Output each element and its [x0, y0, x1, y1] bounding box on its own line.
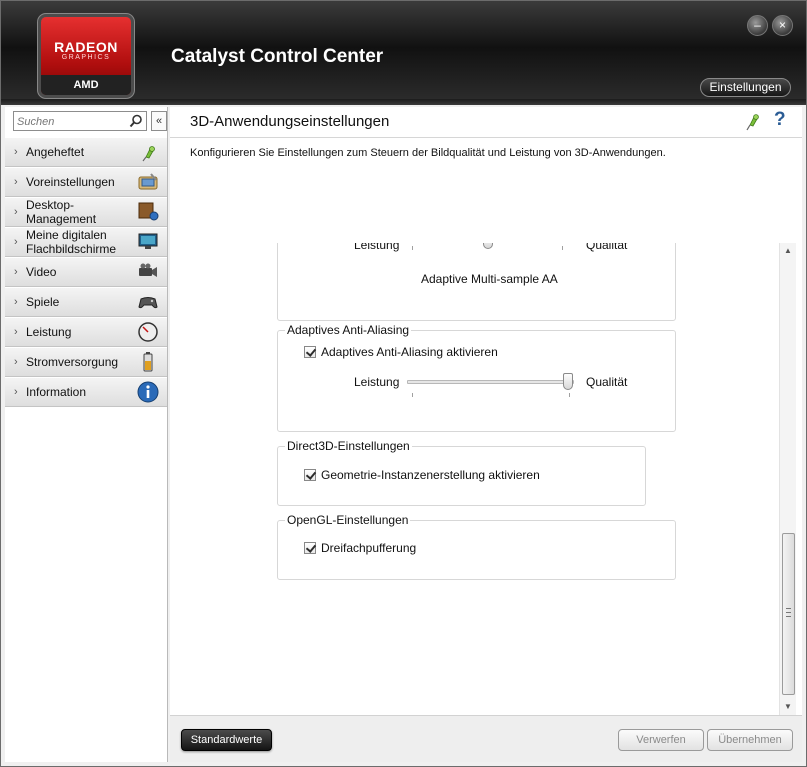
chevron-right-icon: › [14, 266, 18, 278]
group-multisample-aa: Leistung Qualität Adaptive Multi-sample … [277, 243, 676, 321]
grip-icon [786, 608, 791, 617]
group-title: Direct3D-Einstellungen [285, 439, 412, 453]
close-button[interactable]: × [772, 15, 793, 36]
logo-top-text: RADEON [54, 39, 118, 55]
sidebar-item-label: Stromversorgung [26, 355, 119, 369]
logo-sub-text: GRAPHICS [61, 54, 111, 61]
sidebar-item-stromversorgung[interactable]: › Stromversorgung [5, 347, 167, 377]
adaptive-aa-checkbox[interactable] [304, 346, 316, 358]
page-title: 3D-Anwendungseinstellungen [190, 113, 390, 130]
battery-icon [143, 352, 153, 372]
group-adaptive-aa: Adaptives Anti-Aliasing Adaptives Anti-A… [277, 323, 676, 432]
geometry-instancing-checkbox[interactable] [304, 469, 316, 481]
search-icon[interactable] [129, 114, 143, 128]
search-box [13, 111, 147, 131]
presets-icon [138, 173, 158, 190]
nav-list: › Angeheftet › Voreinstellungen › Deskto… [5, 137, 167, 407]
settings-scroll-area: Leistung Qualität Adaptive Multi-sample … [170, 243, 802, 715]
sidebar-item-label: Leistung [26, 325, 72, 339]
chevron-right-icon: › [14, 326, 18, 338]
video-camera-icon [139, 263, 157, 277]
main-content: 3D-Anwendungseinstellungen ? Konfigurier… [170, 107, 802, 715]
slider-min-label: Leistung [354, 243, 400, 252]
slider-tick [412, 246, 413, 250]
sidebar-item-angeheftet[interactable]: › Angeheftet [5, 137, 167, 167]
page-description: Konfigurieren Sie Einstellungen zum Steu… [190, 147, 666, 159]
scroll-up-arrow-icon[interactable]: ▲ [780, 243, 796, 259]
sidebar-item-label: Video [26, 265, 57, 279]
pin-page-icon[interactable] [745, 113, 761, 131]
sidebar-item-label: Meine digitalen Flachbildschirme [26, 228, 117, 256]
search-input[interactable] [14, 113, 124, 131]
sidebar-item-information[interactable]: › Information [5, 377, 167, 407]
footer-bar: Standardwerte Verwerfen Übernehmen [170, 715, 802, 762]
slider-max-label: Qualität [586, 375, 628, 389]
apply-button[interactable]: Übernehmen [707, 729, 793, 751]
sidebar-item-desktop-management[interactable]: › Desktop- Management [5, 197, 167, 227]
sidebar: « › Angeheftet › Voreinstellungen [5, 107, 168, 762]
monitor-icon [138, 233, 158, 249]
sidebar-item-digitale-flachbildschirme[interactable]: › Meine digitalen Flachbildschirme [5, 227, 167, 257]
slider-max-label: Qualität [586, 243, 628, 252]
chevron-right-icon: › [14, 386, 18, 398]
desktop-icon [138, 202, 159, 221]
gamepad-icon [138, 297, 158, 309]
sidebar-item-leistung[interactable]: › Leistung [5, 317, 167, 347]
checkbox-label: Dreifachpufferung [321, 541, 417, 555]
triple-buffering-checkbox[interactable] [304, 542, 316, 554]
minimize-button[interactable]: – [747, 15, 768, 36]
sidebar-item-video[interactable]: › Video [5, 257, 167, 287]
slider-tick [412, 393, 413, 397]
chevron-right-icon: › [14, 176, 18, 188]
group-title: OpenGL-Einstellungen [285, 513, 411, 527]
chevron-right-icon: › [14, 296, 18, 308]
app-title: Catalyst Control Center [171, 46, 384, 67]
chevron-right-icon: › [14, 206, 18, 218]
vertical-scrollbar[interactable]: ▲ ▼ [779, 243, 796, 715]
group-direct3d: Direct3D-Einstellungen Geometrie-Instanz… [277, 439, 646, 506]
chevron-right-icon: › [14, 236, 18, 248]
scrollbar-thumb[interactable] [782, 533, 795, 695]
settings-button[interactable]: Einstellungen [700, 78, 791, 97]
help-icon[interactable]: ? [774, 109, 786, 131]
slider-thumb[interactable] [483, 243, 493, 249]
catalyst-window: RADEON GRAPHICS AMD Catalyst Control Cen… [0, 0, 807, 767]
gauge-icon [138, 322, 158, 342]
slider-min-label: Leistung [354, 375, 400, 389]
adaptive-aa-slider-track[interactable] [407, 380, 574, 384]
title-divider [170, 137, 802, 138]
sidebar-item-label: Desktop- Management [26, 198, 97, 226]
sidebar-item-label: Angeheftet [26, 145, 85, 159]
group-title: Adaptives Anti-Aliasing [285, 323, 412, 337]
adaptive-aa-slider-thumb[interactable] [563, 373, 573, 390]
scroll-down-arrow-icon[interactable]: ▼ [780, 699, 796, 715]
adaptive-aa-checkbox-row[interactable]: Adaptives Anti-Aliasing aktivieren [304, 345, 498, 359]
slider-tick [562, 246, 563, 250]
sidebar-item-spiele[interactable]: › Spiele [5, 287, 167, 317]
chevron-right-icon: › [14, 356, 18, 368]
chevron-right-icon: › [14, 146, 18, 158]
logo-brand-text: AMD [41, 75, 131, 95]
geometry-instancing-checkbox-row[interactable]: Geometrie-Instanzenerstellung aktivieren [304, 468, 540, 482]
defaults-button[interactable]: Standardwerte [181, 729, 272, 751]
app-header: RADEON GRAPHICS AMD Catalyst Control Cen… [1, 1, 806, 105]
collapse-sidebar-button[interactable]: « [151, 111, 167, 131]
info-icon [137, 381, 159, 403]
radeon-logo: RADEON GRAPHICS AMD [41, 17, 131, 95]
sidebar-item-voreinstellungen[interactable]: › Voreinstellungen [5, 167, 167, 197]
sidebar-item-label: Spiele [26, 295, 60, 309]
group-opengl: OpenGL-Einstellungen Dreifachpufferung [277, 513, 676, 580]
checkbox-label: Adaptives Anti-Aliasing aktivieren [321, 345, 498, 359]
checkbox-label: Geometrie-Instanzenerstellung aktivieren [321, 468, 540, 482]
triple-buffering-checkbox-row[interactable]: Dreifachpufferung [304, 541, 416, 555]
pin-icon [142, 146, 155, 162]
slider-tick [569, 393, 570, 397]
discard-button[interactable]: Verwerfen [618, 729, 704, 751]
aa-mode-caption: Adaptive Multi-sample AA [421, 272, 558, 286]
sidebar-item-label: Voreinstellungen [26, 175, 115, 189]
sidebar-item-label: Information [26, 385, 87, 399]
